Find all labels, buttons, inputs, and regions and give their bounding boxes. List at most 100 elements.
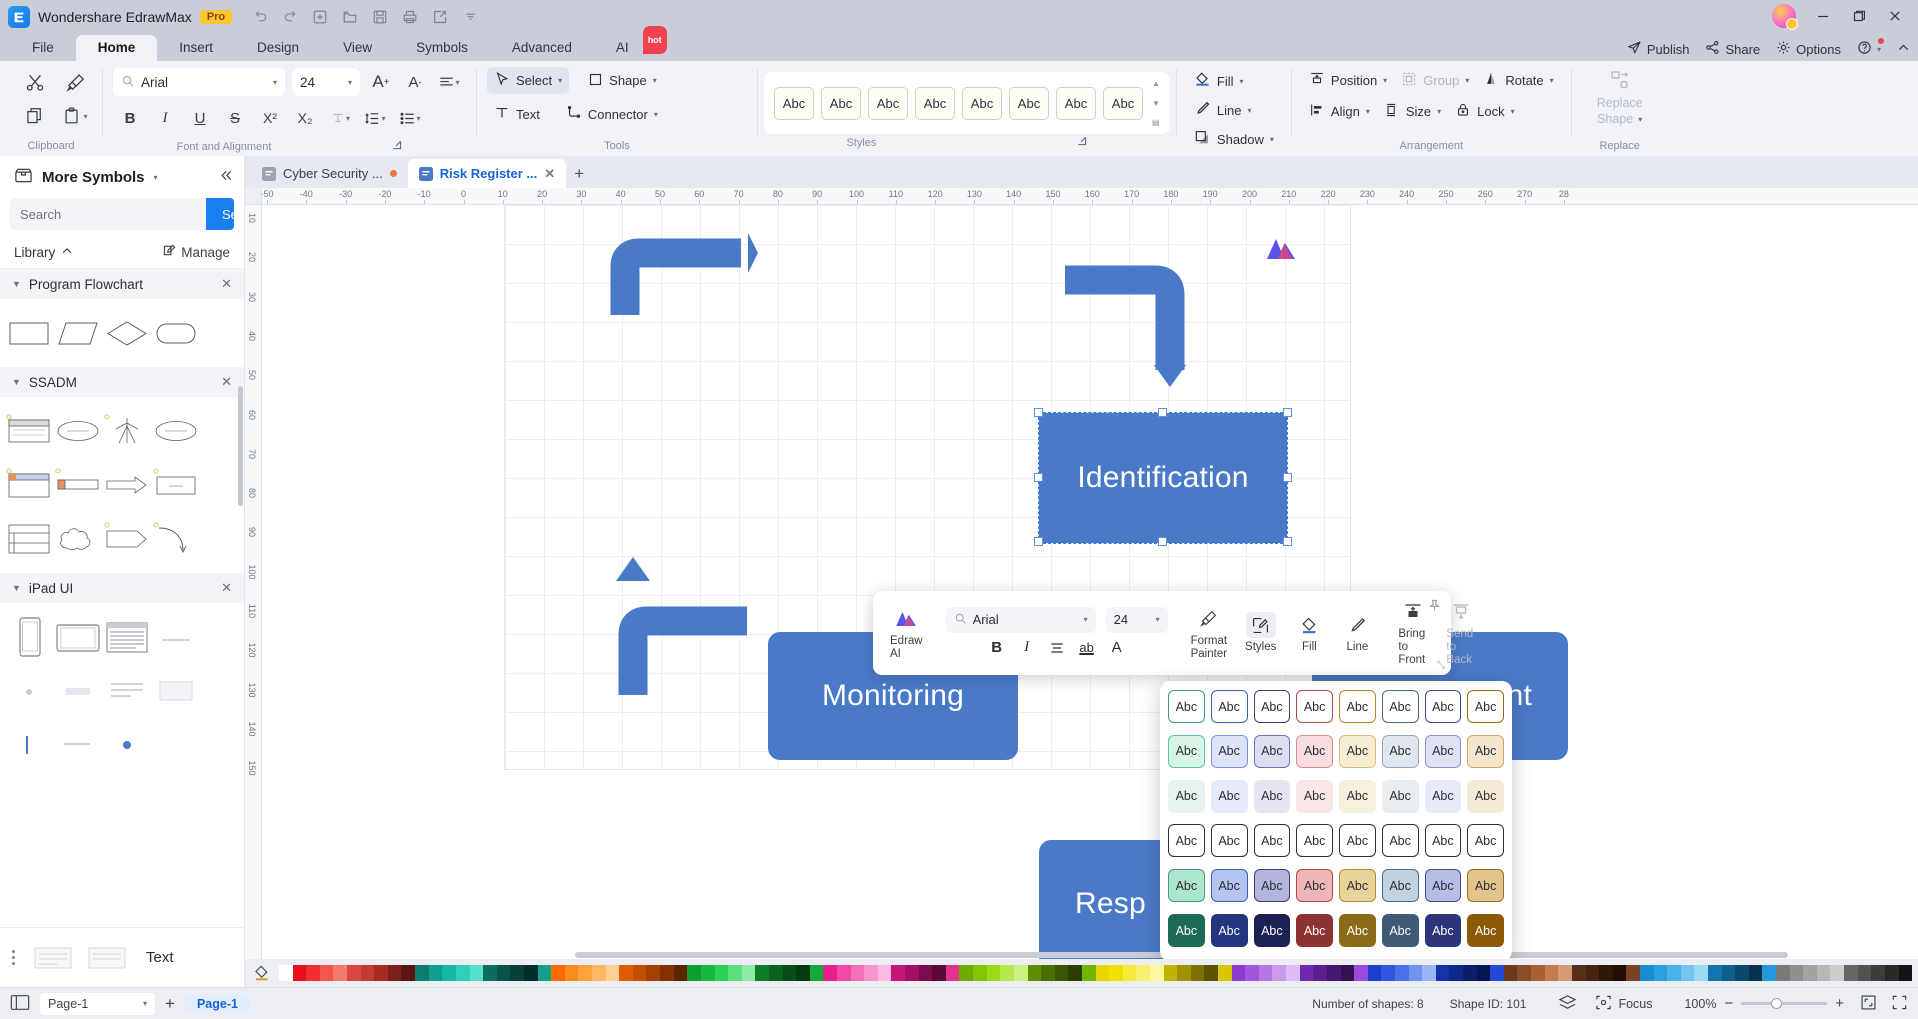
style-swatch[interactable]: Abc xyxy=(1296,779,1333,813)
send-to-back-button[interactable]: Send to Back xyxy=(1437,599,1485,667)
bullets-icon[interactable]: ▾ xyxy=(393,103,427,133)
palette-color[interactable] xyxy=(1653,965,1668,981)
shape-misc-5[interactable] xyxy=(151,667,200,715)
style-swatch[interactable]: Abc xyxy=(1253,824,1291,858)
gallery-style-swatch[interactable]: Abc xyxy=(1056,86,1096,120)
sidebar-title-caret-icon[interactable]: ▾ xyxy=(154,173,158,182)
palette-color[interactable] xyxy=(1898,965,1913,981)
style-swatch[interactable]: Abc xyxy=(1467,824,1504,858)
shape-cloud[interactable] xyxy=(53,515,102,563)
palette-color[interactable] xyxy=(905,965,919,981)
avatar[interactable] xyxy=(1772,4,1798,30)
gallery-style-swatch[interactable]: Abc xyxy=(821,86,861,120)
shape-parallelogram[interactable] xyxy=(53,309,102,357)
page-selector[interactable]: Page-1 ▾ xyxy=(40,992,155,1015)
style-swatch[interactable]: Abc xyxy=(1339,690,1376,723)
font-family-input[interactable]: ▾ xyxy=(113,68,285,96)
resize-handle-ne[interactable] xyxy=(1283,408,1292,417)
gallery-style-swatch[interactable]: Abc xyxy=(1009,86,1049,120)
palette-color[interactable] xyxy=(1503,965,1518,981)
shape-misc-6[interactable] xyxy=(4,721,53,769)
fit-page-icon[interactable] xyxy=(1860,994,1877,1014)
palette-color[interactable] xyxy=(374,965,388,981)
palette-color[interactable] xyxy=(1394,965,1409,981)
resize-handle-nw[interactable] xyxy=(1034,408,1043,417)
shape-entity-box[interactable] xyxy=(151,461,200,509)
styles-gallery-scroll[interactable]: ▲ ▼ ▤ xyxy=(1149,79,1166,127)
horizontal-ruler[interactable]: -50 -40 -30 -20 -10 0 10 20 30 40 50 60 70 80 90 100 110… xyxy=(262,188,1918,205)
shape-process-source[interactable] xyxy=(151,407,200,455)
palette-color[interactable] xyxy=(1667,965,1681,981)
pin-icon[interactable] xyxy=(1428,599,1441,615)
palette-color[interactable] xyxy=(1680,965,1695,981)
tab-view[interactable]: View xyxy=(321,35,394,61)
zoom-slider[interactable] xyxy=(1741,998,1828,1009)
category-program-flowchart[interactable]: ▼ Program Flowchart ✕ xyxy=(0,269,244,299)
collapse-ribbon-button[interactable] xyxy=(1897,41,1910,57)
palette-color[interactable] xyxy=(469,965,484,981)
text-tool-button[interactable]: Text xyxy=(487,101,547,128)
style-swatch[interactable]: Abc xyxy=(1339,824,1376,858)
palette-color[interactable] xyxy=(1177,965,1191,981)
palette-color[interactable] xyxy=(1544,965,1559,981)
gallery-style-swatch[interactable]: Abc xyxy=(915,86,955,120)
resize-handle-n[interactable] xyxy=(1158,408,1167,417)
gallery-expand-icon[interactable]: ▤ xyxy=(1152,118,1160,127)
close-icon[interactable]: ✕ xyxy=(221,374,232,390)
font-family-value[interactable] xyxy=(141,74,267,90)
palette-color[interactable] xyxy=(1245,965,1259,981)
publish-button[interactable]: Publish xyxy=(1627,40,1689,58)
style-swatch[interactable]: Abc xyxy=(1467,690,1504,723)
style-swatch[interactable]: Abc xyxy=(1210,869,1248,903)
tab-insert[interactable]: Insert xyxy=(157,35,235,61)
style-swatch[interactable]: Abc xyxy=(1168,914,1205,948)
chevron-down-icon[interactable]: ▼ xyxy=(12,377,21,387)
document-tab-risk-register[interactable]: Risk Register ... ✕ xyxy=(407,159,567,188)
shape-arrow-pentagon[interactable] xyxy=(102,515,151,563)
style-swatch[interactable]: Abc xyxy=(1467,779,1504,813)
zoom-in-button[interactable]: + xyxy=(1835,995,1844,1012)
context-font-family-value[interactable] xyxy=(972,612,1078,627)
palette-color[interactable] xyxy=(1585,965,1600,981)
style-swatch[interactable]: Abc xyxy=(1168,824,1205,858)
palette-color[interactable] xyxy=(1272,965,1287,981)
line-button[interactable]: Line xyxy=(1333,612,1381,654)
gallery-style-swatch[interactable]: Abc xyxy=(774,86,814,120)
style-swatch[interactable]: Abc xyxy=(1339,779,1376,813)
palette-color[interactable] xyxy=(1463,965,1477,981)
palette-color[interactable] xyxy=(1000,965,1014,981)
category-ssadm[interactable]: ▼ SSADM ✕ xyxy=(0,367,244,397)
style-swatch[interactable]: Abc xyxy=(1381,779,1419,813)
palette-color[interactable] xyxy=(1313,965,1327,981)
position-button[interactable]: Position ▾ xyxy=(1302,67,1394,94)
palette-color[interactable] xyxy=(551,965,565,981)
document-tab-cyber-security[interactable]: Cyber Security ... xyxy=(251,159,408,188)
print-icon[interactable] xyxy=(396,5,424,29)
tab-ai[interactable]: AI hot xyxy=(594,26,667,61)
shape-rectangle[interactable] xyxy=(4,309,53,357)
increase-font-size-button[interactable]: A + xyxy=(364,67,398,97)
palette-color[interactable] xyxy=(850,965,865,981)
shape-arrow[interactable] xyxy=(102,461,151,509)
align-button[interactable]: Align ▾ xyxy=(1302,98,1377,125)
shape-misc-8[interactable] xyxy=(102,721,151,769)
palette-color[interactable] xyxy=(1694,965,1708,981)
palette-color[interactable] xyxy=(292,965,307,981)
options-button[interactable]: Options xyxy=(1776,40,1841,58)
copy-icon[interactable] xyxy=(18,101,52,131)
style-swatch[interactable]: Abc xyxy=(1210,779,1248,813)
gallery-down-icon[interactable]: ▼ xyxy=(1152,99,1160,108)
shape-diamond[interactable] xyxy=(102,309,151,357)
zoom-out-button[interactable]: − xyxy=(1724,995,1733,1012)
palette-color[interactable] xyxy=(741,965,756,981)
palette-color[interactable] xyxy=(1844,965,1858,981)
palette-color[interactable] xyxy=(1612,965,1627,981)
palette-color[interactable] xyxy=(959,965,974,981)
zoom-slider-knob[interactable] xyxy=(1771,998,1783,1009)
style-swatch[interactable]: Abc xyxy=(1296,734,1333,768)
font-size-value[interactable] xyxy=(300,74,348,90)
palette-color[interactable] xyxy=(1286,965,1300,981)
style-swatch[interactable]: Abc xyxy=(1339,734,1376,768)
palette-color[interactable] xyxy=(891,965,906,981)
palette-color[interactable] xyxy=(1435,965,1450,981)
